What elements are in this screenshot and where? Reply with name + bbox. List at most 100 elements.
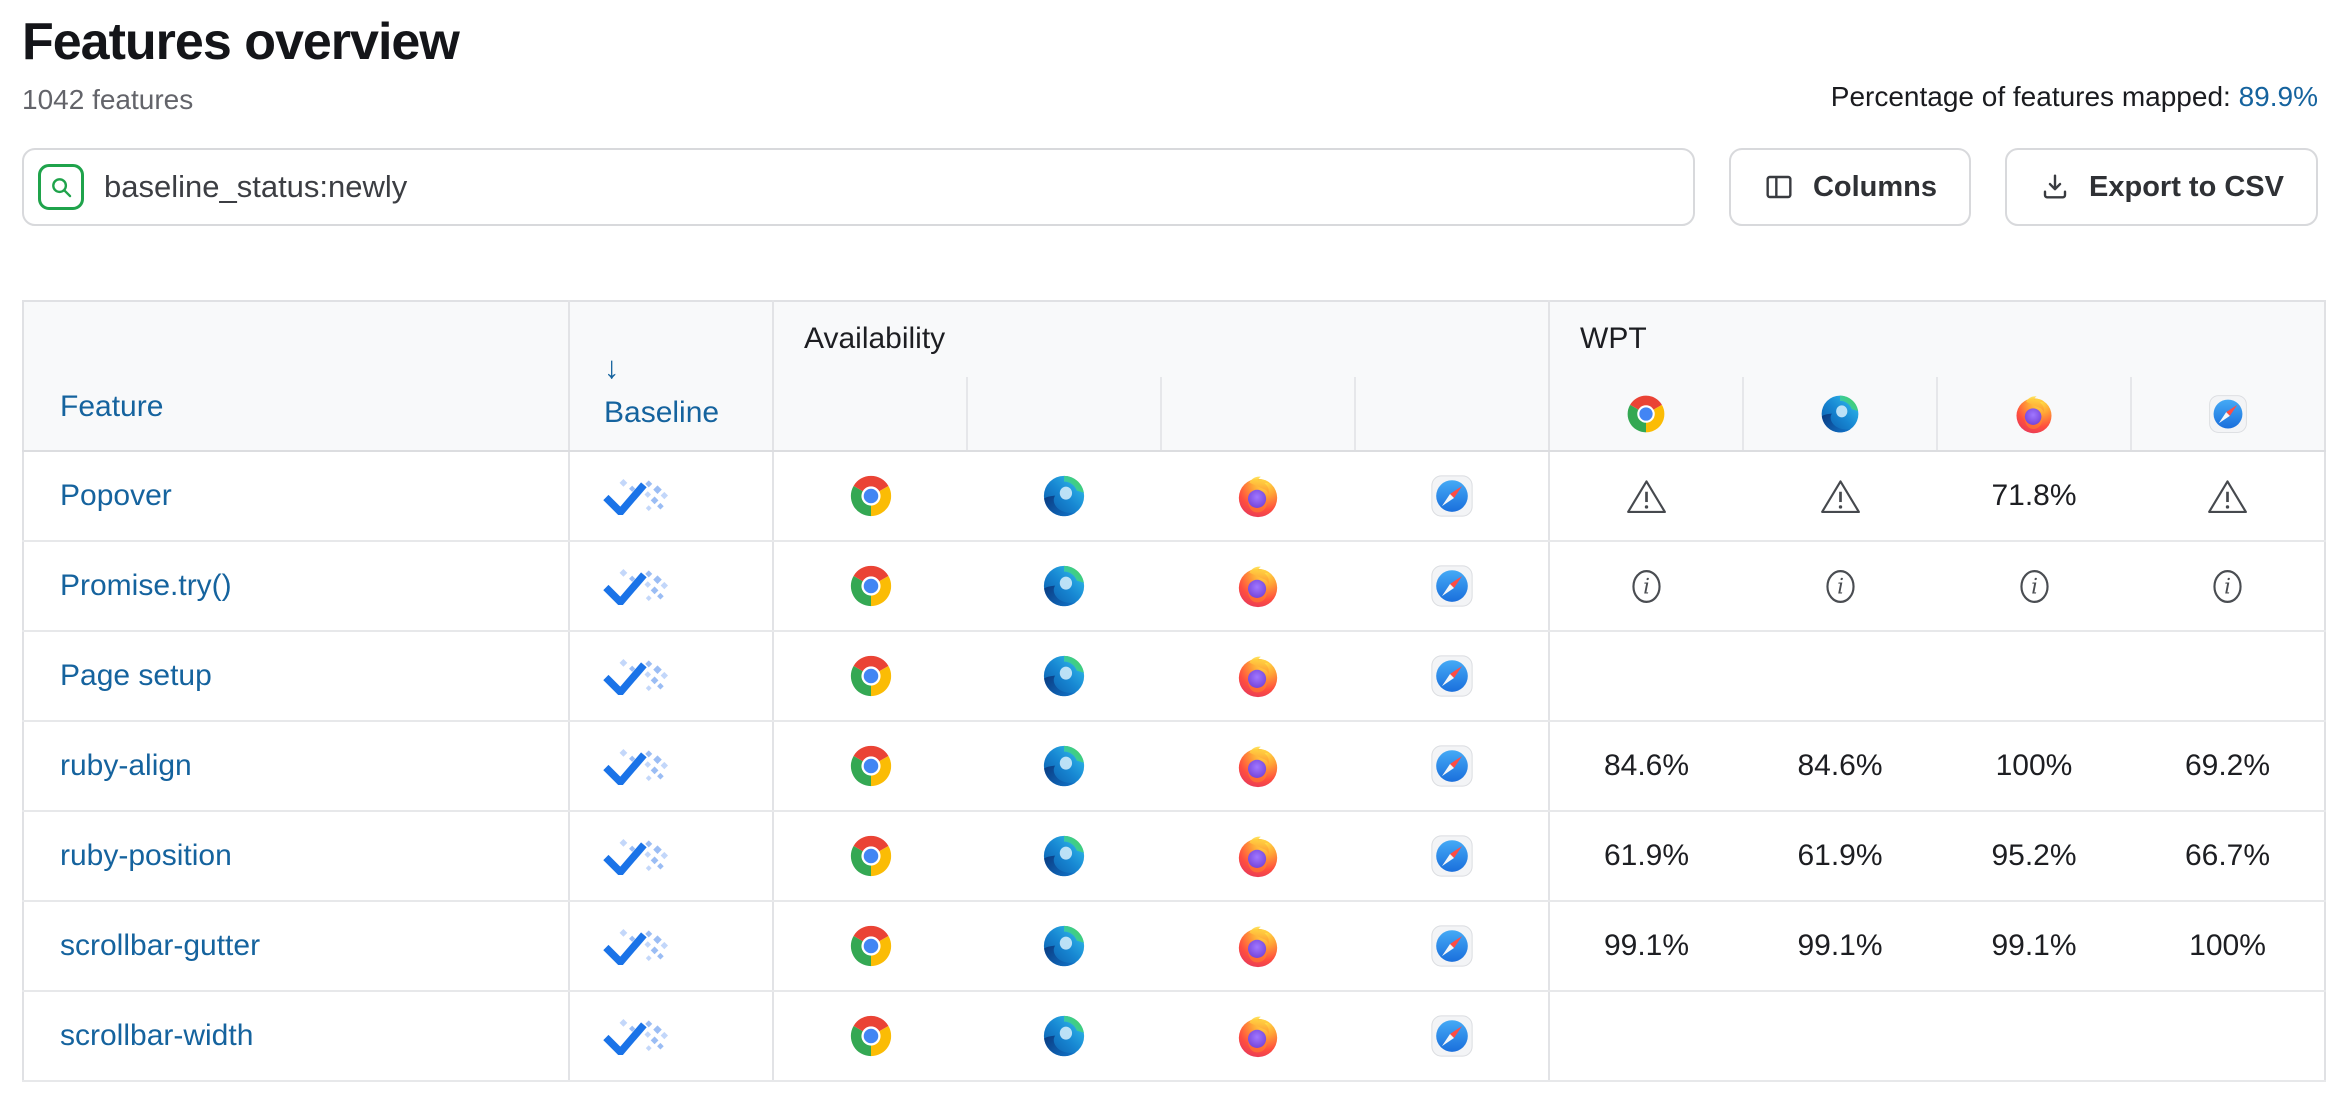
chrome-icon [848, 563, 894, 609]
mapped-label: Percentage of features mapped: [1831, 81, 2231, 112]
availability-cell [1161, 721, 1355, 811]
features-table: Feature ↓ Baseline Availability WPT [22, 300, 2326, 1082]
search-input[interactable] [104, 169, 1673, 205]
export-csv-button[interactable]: Export to CSV [2005, 148, 2318, 226]
search-box[interactable] [22, 148, 1695, 226]
baseline-newly-icon [600, 478, 678, 515]
availability-cell [773, 541, 967, 631]
wpt-score: 100% [1996, 749, 2073, 782]
chrome-icon [848, 923, 894, 969]
table-row: Page setup [23, 631, 2325, 721]
download-icon [2039, 171, 2071, 203]
wpt-cell: 99.1% [1549, 901, 1743, 991]
wpt-cell [1743, 451, 1937, 541]
mapped-percentage-link[interactable]: 89.9% [2239, 81, 2318, 112]
availability-cell [1355, 721, 1549, 811]
wpt-cell [1743, 991, 1937, 1081]
availability-subheader [1161, 377, 1355, 451]
wpt-subheader-firefox [1937, 377, 2131, 451]
availability-cell [773, 901, 967, 991]
wpt-cell [1549, 991, 1743, 1081]
feature-link[interactable]: ruby-align [60, 749, 192, 782]
baseline-newly-icon [600, 748, 678, 785]
warning-icon [1819, 476, 1862, 516]
availability-cell [773, 721, 967, 811]
availability-cell [1161, 451, 1355, 541]
wpt-cell [2131, 991, 2325, 1081]
title-block: Features overview 1042 features [22, 12, 459, 116]
wpt-cell: i [1549, 541, 1743, 631]
info-icon: i [1820, 566, 1861, 607]
chrome-icon [1625, 393, 1667, 435]
baseline-header-label: Baseline [604, 396, 719, 429]
availability-subheader [967, 377, 1161, 451]
wpt-cell: 66.7% [2131, 811, 2325, 901]
availability-cell [967, 451, 1161, 541]
baseline-column-header: ↓ Baseline [569, 301, 773, 451]
availability-cell [967, 631, 1161, 721]
baseline-sort-link[interactable]: ↓ Baseline [604, 350, 772, 429]
wpt-score: 84.6% [1797, 749, 1882, 782]
wpt-score: 99.1% [1797, 929, 1882, 962]
availability-subheader [773, 377, 967, 451]
wpt-subheader-safari [2131, 377, 2325, 451]
feature-sort-link[interactable]: Feature [60, 390, 163, 423]
columns-button-label: Columns [1813, 171, 1937, 204]
safari-icon [1429, 563, 1475, 609]
feature-column-header: Feature [23, 301, 569, 451]
feature-link[interactable]: Popover [60, 479, 172, 512]
mapped-percentage: Percentage of features mapped: 89.9% [1831, 81, 2318, 116]
wpt-cell: i [2131, 541, 2325, 631]
edge-icon [1041, 1013, 1087, 1059]
wpt-cell [1743, 631, 1937, 721]
edge-icon [1819, 393, 1861, 435]
wpt-cell: 100% [1937, 721, 2131, 811]
columns-button[interactable]: Columns [1729, 148, 1971, 226]
table-row: ruby-align [23, 721, 2325, 811]
wpt-cell: i [1743, 541, 1937, 631]
wpt-score: 100% [2189, 929, 2266, 962]
wpt-cell: 84.6% [1743, 721, 1937, 811]
safari-icon [1429, 923, 1475, 969]
wpt-cell [1549, 631, 1743, 721]
wpt-subheader-edge [1743, 377, 1937, 451]
wpt-score: 69.2% [2185, 749, 2270, 782]
wpt-score: 66.7% [2185, 839, 2270, 872]
page-header: Features overview 1042 features Percenta… [22, 12, 2318, 116]
availability-cell [1355, 451, 1549, 541]
chrome-icon [848, 473, 894, 519]
wpt-cell: 99.1% [1743, 901, 1937, 991]
firefox-icon [1235, 653, 1281, 699]
firefox-icon [1235, 923, 1281, 969]
safari-icon [1429, 473, 1475, 519]
table-body: Popover [23, 451, 2325, 1081]
info-icon: i [2014, 566, 2055, 607]
feature-link[interactable]: scrollbar-gutter [60, 929, 260, 962]
sort-descending-icon: ↓ [604, 350, 772, 386]
edge-icon [1041, 473, 1087, 519]
baseline-newly-icon [600, 658, 678, 695]
wpt-cell: 84.6% [1549, 721, 1743, 811]
edge-icon [1041, 743, 1087, 789]
availability-cell [967, 901, 1161, 991]
wpt-score: 61.9% [1797, 839, 1882, 872]
availability-cell [1355, 901, 1549, 991]
feature-link[interactable]: scrollbar-width [60, 1019, 253, 1052]
availability-cell [967, 541, 1161, 631]
availability-cell [967, 811, 1161, 901]
columns-icon [1763, 171, 1795, 203]
feature-link[interactable]: Promise.try() [60, 569, 232, 602]
availability-cell [967, 991, 1161, 1081]
wpt-cell: 61.9% [1743, 811, 1937, 901]
features-table-wrap: Feature ↓ Baseline Availability WPT [22, 300, 2318, 1082]
feature-link[interactable]: ruby-position [60, 839, 232, 872]
table-row: Popover [23, 451, 2325, 541]
table-row: Promise.try() [23, 541, 2325, 631]
wpt-cell: 99.1% [1937, 901, 2131, 991]
availability-cell [1355, 631, 1549, 721]
feature-link[interactable]: Page setup [60, 659, 212, 692]
svg-text:i: i [2031, 574, 2038, 599]
availability-cell [773, 631, 967, 721]
toolbar: Columns Export to CSV [22, 148, 2318, 226]
export-csv-button-label: Export to CSV [2089, 171, 2284, 204]
